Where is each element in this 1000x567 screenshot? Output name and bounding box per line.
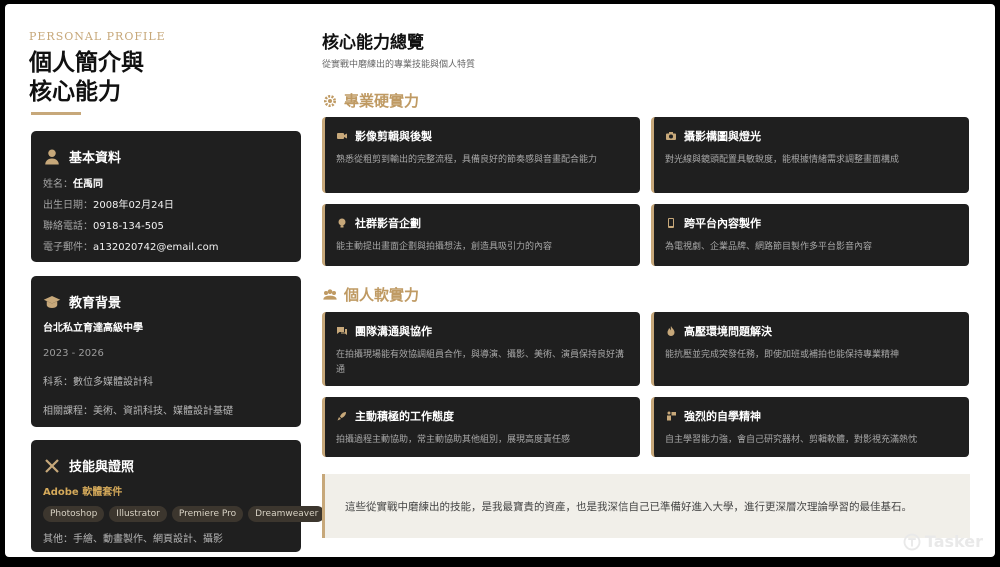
- phone-row: 聯絡電話：0918-134-505: [43, 221, 164, 232]
- adobe-suite-label: Adobe 軟體套件: [43, 487, 123, 498]
- pill-premiere: Premiere Pro: [171, 506, 244, 522]
- email-row: 電子郵件：a132020742@email.com: [43, 242, 219, 253]
- users-icon: [323, 288, 337, 300]
- camera-icon: [666, 132, 676, 140]
- soft-skills-heading: 個人軟實力: [322, 284, 419, 305]
- section-title: 核心能力總覽: [322, 33, 424, 53]
- page-title: 個人簡介與 核心能力: [29, 49, 144, 105]
- hard-skill-card: 影像剪輯與後製 熟悉從粗剪到輸出的完整流程，具備良好的節奏感與音畫配合能力: [322, 117, 640, 193]
- software-pills: Photoshop Illustrator Premiere Pro Dream…: [43, 506, 326, 522]
- watermark: Tasker: [903, 532, 983, 551]
- study-period: 2023 - 2026: [43, 348, 104, 359]
- hard-skill-card: 跨平台內容製作 為電視劇、企業品牌、網路節目製作多平台影音內容: [651, 204, 969, 266]
- department: 科系：數位多媒體設計科: [43, 377, 153, 388]
- tasker-logo-icon: [903, 533, 921, 550]
- gear-icon: [324, 94, 336, 107]
- section-subtitle: 從實戰中磨練出的專業技能與個人特質: [322, 60, 476, 70]
- learner-icon: [667, 411, 676, 421]
- education-heading: 教育背景: [69, 296, 122, 311]
- soft-skill-card: 強烈的自學精神 自主學習能力強，會自己研究器材、剪輯軟體，對影視充滿熱忱: [651, 397, 969, 457]
- pill-illustrator: Illustrator: [109, 506, 167, 522]
- soft-skill-card: 團隊溝通與協作 在拍攝現場能有效協調組員合作，與導演、攝影、美術、演員保持良好溝…: [322, 312, 640, 386]
- hard-skills-heading: 專業硬實力: [322, 90, 419, 111]
- graduation-cap-icon: [43, 295, 61, 308]
- tools-icon: [45, 458, 59, 473]
- fire-icon: [667, 326, 675, 336]
- soft-skill-card: 主動積極的工作態度 拍攝過程主動協助，常主動協助其他組別，展現高度責任感: [322, 397, 640, 457]
- user-icon: [45, 149, 59, 164]
- eyebrow-text: PERSONAL PROFILE: [29, 30, 166, 43]
- profile-page: PERSONAL PROFILE 個人簡介與 核心能力 基本資料 姓名：任禹同 …: [5, 4, 995, 557]
- education-card: 教育背景 台北私立育達高級中學 2023 - 2026 科系：數位多媒體設計科 …: [31, 276, 301, 427]
- skills-heading: 技能與證照: [69, 460, 135, 475]
- hard-skill-card: 社群影音企劃 能主動提出畫面企劃與拍攝想法，創造具吸引力的內容: [322, 204, 640, 266]
- lightbulb-icon: [338, 218, 346, 228]
- other-skills: 其他：手繪、動畫製作、網頁設計、攝影: [43, 534, 223, 545]
- dob-row: 出生日期：2008年02月24日: [43, 200, 174, 211]
- title-divider: [31, 112, 81, 115]
- closing-quote: 這些從實戰中磨練出的技能，是我最寶貴的資產，也是我深信自己已準備好進入大學，進行…: [322, 474, 970, 538]
- soft-skill-card: 高壓環境問題解決 能抗壓並完成突發任務，即使加班或補拍也能保持專業精神: [651, 312, 969, 386]
- basic-info-card: 基本資料 姓名：任禹同 出生日期：2008年02月24日 聯絡電話：0918-1…: [31, 131, 301, 262]
- skills-card: 技能與證照 Adobe 軟體套件 Photoshop Illustrator P…: [31, 440, 326, 552]
- name-row: 姓名：任禹同: [43, 179, 103, 190]
- phone-icon: [668, 218, 674, 228]
- rocket-icon: [337, 412, 346, 421]
- chat-icon: [337, 327, 347, 335]
- pill-dreamweaver: Dreamweaver: [248, 506, 326, 522]
- school-name: 台北私立育達高級中學: [43, 323, 143, 334]
- hard-skill-card: 攝影構圖與燈光 對光線與鏡頭配置具敏銳度，能根據情緒需求調整畫面構成: [651, 117, 969, 193]
- basic-info-heading: 基本資料: [69, 151, 122, 166]
- pill-photoshop: Photoshop: [43, 506, 105, 522]
- courses: 相關課程：美術、資訊科技、媒體設計基礎: [43, 406, 233, 417]
- video-icon: [337, 133, 347, 139]
